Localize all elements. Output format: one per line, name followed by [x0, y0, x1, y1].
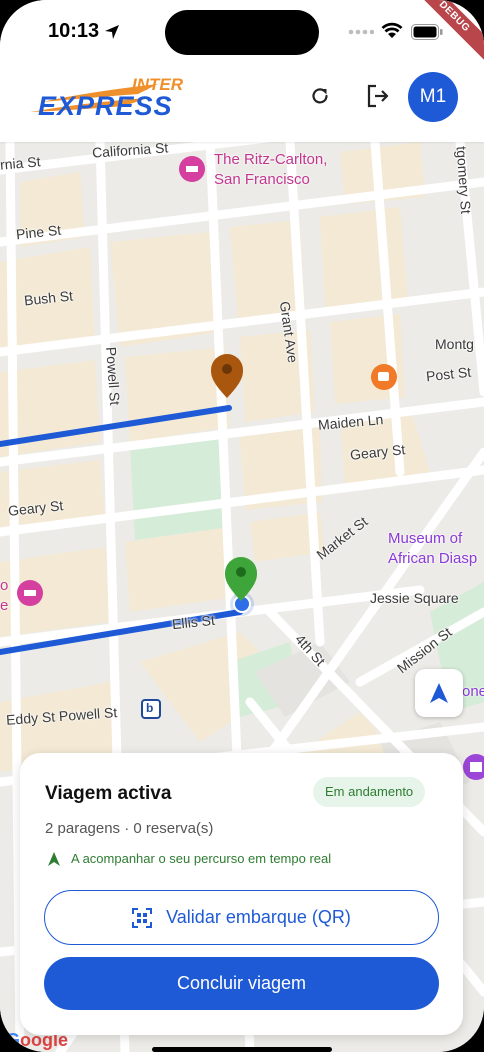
poi-left-line1: o — [0, 577, 9, 594]
poi-ritz-line2: San Francisco — [214, 171, 310, 188]
home-indicator — [152, 1047, 332, 1052]
refresh-icon — [312, 88, 328, 104]
poi-left-hotel[interactable]: o e — [0, 576, 8, 616]
logo-express-text: EXPRESS — [38, 91, 173, 121]
active-trip-card: Viagem activa Em andamento 2 paragens · … — [20, 753, 463, 1035]
app-bar: INTER EXPRESS M1 — [0, 64, 484, 142]
validate-boarding-label: Validar embarque (QR) — [166, 907, 351, 927]
qr-scan-icon — [132, 907, 153, 928]
location-arrow-icon — [105, 25, 119, 39]
trip-status-badge: Em andamento — [313, 777, 426, 807]
recenter-map-button[interactable] — [415, 669, 463, 717]
logout-button[interactable] — [364, 82, 392, 110]
logout-icon — [367, 84, 389, 108]
transit-station-label: b — [146, 701, 154, 715]
hotel-poi-icon[interactable] — [179, 156, 205, 182]
poi-museum-line2: African Diasp — [388, 550, 478, 567]
conclude-trip-button[interactable]: Concluir viagem — [44, 957, 439, 1010]
poi-one-label: one — [462, 683, 484, 700]
status-time: 10:13 — [48, 20, 100, 42]
phone-screen: 10:13 DEBUG INTER EXPRESS M1 California … — [0, 0, 484, 1052]
signal-icon — [348, 29, 374, 35]
refresh-button[interactable] — [306, 82, 334, 110]
cafe-poi-icon[interactable] — [371, 364, 397, 390]
trip-summary: 2 paragens · 0 reserva(s) — [45, 820, 214, 837]
tracking-status: A acompanhar o seu percurso em tempo rea… — [47, 851, 331, 866]
hotel-poi-icon-left[interactable] — [17, 580, 43, 606]
battery-icon — [411, 24, 443, 40]
poi-jessie-square[interactable]: Jessie Square — [370, 590, 459, 606]
user-avatar[interactable]: M1 — [408, 72, 458, 122]
trip-title: Viagem activa — [45, 783, 172, 804]
street-label-montg: Montg — [435, 336, 474, 352]
poi-museum-line1: Museum of — [388, 530, 463, 547]
tracking-text: A acompanhar o seu percurso em tempo rea… — [71, 851, 332, 866]
navigation-arrow-icon — [430, 683, 448, 703]
poi-ritz-line1: The Ritz-Carlton, — [214, 151, 328, 168]
validate-boarding-qr-button[interactable]: Validar embarque (QR) — [44, 890, 439, 945]
inter-express-logo: INTER EXPRESS — [30, 75, 184, 121]
status-bar: 10:13 DEBUG — [0, 0, 484, 66]
wifi-icon — [381, 22, 403, 38]
navigation-icon — [48, 851, 60, 866]
poi-ritz-carlton[interactable]: The Ritz-Carlton, San Francisco — [214, 150, 327, 190]
dynamic-island — [165, 10, 319, 55]
poi-museum-african-diaspora[interactable]: Museum of African Diasp — [388, 529, 477, 569]
poi-left-line2: e — [0, 597, 9, 614]
